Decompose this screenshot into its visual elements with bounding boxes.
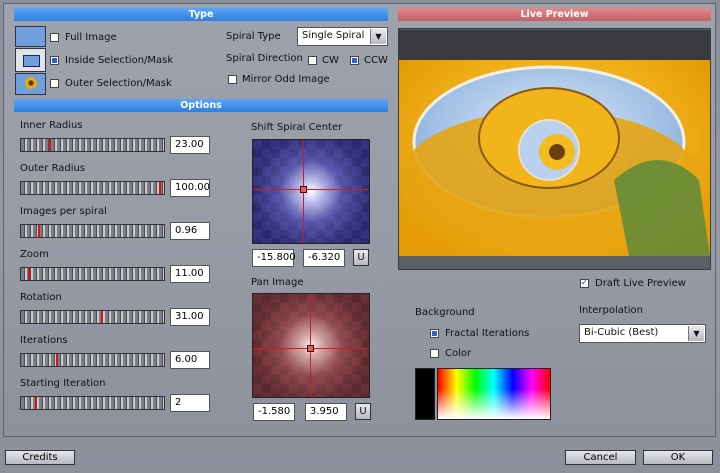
full-image-option[interactable]: Full Image xyxy=(50,32,117,43)
spiral-type-select[interactable]: Single Spiral ▼ xyxy=(297,27,388,46)
shift-center-pad[interactable] xyxy=(252,139,370,244)
background-label: Background xyxy=(415,307,475,318)
type-header: Type xyxy=(14,8,388,21)
outer-selection-thumbnail xyxy=(15,73,46,95)
live-preview-header: Live Preview xyxy=(398,8,711,21)
slider-label: Images per spiral xyxy=(20,206,107,217)
cw-option[interactable]: CW xyxy=(308,55,339,66)
cancel-button[interactable]: Cancel xyxy=(565,450,636,465)
color-spectrum-picker[interactable] xyxy=(437,368,551,420)
slider-value-field[interactable]: 31.00 xyxy=(170,308,210,326)
mirror-odd-option[interactable]: Mirror Odd Image xyxy=(228,74,330,85)
inside-selection-thumbnail xyxy=(15,48,46,72)
full-image-thumbnail xyxy=(15,26,46,47)
slider-value-field[interactable]: 23.00 xyxy=(170,136,210,154)
shift-center-label: Shift Spiral Center xyxy=(251,122,343,133)
interpolation-label: Interpolation xyxy=(579,305,643,316)
slider-label: Zoom xyxy=(20,249,49,260)
slider-label: Outer Radius xyxy=(20,163,86,174)
fractal-iterations-checkbox[interactable] xyxy=(430,329,439,338)
color-swatch[interactable] xyxy=(415,368,435,420)
slider-value-field[interactable]: 11.00 xyxy=(170,265,210,283)
full-image-checkbox[interactable] xyxy=(50,33,59,42)
ccw-checkbox[interactable] xyxy=(350,56,359,65)
slider-track[interactable] xyxy=(20,353,165,367)
inside-selection-checkbox[interactable] xyxy=(50,56,59,65)
slider-thumb[interactable] xyxy=(49,139,51,151)
slider-thumb[interactable] xyxy=(38,225,40,237)
spiral-type-label: Spiral Type xyxy=(226,31,281,42)
shift-center-y-field[interactable]: -6.320 xyxy=(303,249,345,267)
ccw-option[interactable]: CCW xyxy=(350,55,388,66)
shift-center-handle[interactable] xyxy=(300,186,307,193)
slider-label: Rotation xyxy=(20,292,62,303)
slider-track[interactable] xyxy=(20,267,165,281)
slider-track[interactable] xyxy=(20,310,165,324)
pan-image-pad[interactable] xyxy=(252,293,370,398)
slider-thumb[interactable] xyxy=(28,268,30,280)
slider-thumb[interactable] xyxy=(159,182,161,194)
pan-image-x-field[interactable]: -1.580 xyxy=(253,403,295,421)
mirror-odd-checkbox[interactable] xyxy=(228,75,237,84)
color-checkbox[interactable] xyxy=(430,349,439,358)
pan-image-u-button[interactable]: U xyxy=(355,403,371,420)
slider-thumb[interactable] xyxy=(35,397,37,409)
outer-selection-checkbox[interactable] xyxy=(50,79,59,88)
pan-image-y-field[interactable]: 3.950 xyxy=(305,403,347,421)
slider-label: Inner Radius xyxy=(20,120,83,131)
slider-thumb[interactable] xyxy=(101,311,103,323)
slider-track[interactable] xyxy=(20,224,165,238)
shift-center-x-field[interactable]: -15.800 xyxy=(252,249,296,267)
shift-center-u-button[interactable]: U xyxy=(353,249,369,266)
preview-frame xyxy=(398,28,711,270)
slider-label: Starting Iteration xyxy=(20,378,106,389)
slider-value-field[interactable]: 100.00 xyxy=(170,179,210,197)
credits-button[interactable]: Credits xyxy=(5,450,75,465)
preview-image xyxy=(399,30,710,256)
slider-label: Iterations xyxy=(20,335,68,346)
slider-track[interactable] xyxy=(20,181,165,195)
slider-value-field[interactable]: 6.00 xyxy=(170,351,210,369)
slider-value-field[interactable]: 2 xyxy=(170,394,210,412)
pan-image-label: Pan Image xyxy=(251,277,304,288)
spiral-direction-label: Spiral Direction xyxy=(226,53,303,64)
interpolation-select[interactable]: Bi-Cubic (Best) ▼ xyxy=(579,324,706,343)
pan-image-handle[interactable] xyxy=(307,345,314,352)
inside-selection-option[interactable]: Inside Selection/Mask xyxy=(50,55,173,66)
options-header: Options xyxy=(14,99,388,112)
chevron-down-icon[interactable]: ▼ xyxy=(370,29,386,44)
fractal-iterations-option[interactable]: Fractal Iterations xyxy=(430,328,529,339)
cw-checkbox[interactable] xyxy=(308,56,317,65)
slider-track[interactable] xyxy=(20,138,165,152)
slider-thumb[interactable] xyxy=(56,354,58,366)
draft-live-preview-option[interactable]: ✓ Draft Live Preview xyxy=(580,278,686,289)
slider-track[interactable] xyxy=(20,396,165,410)
chevron-down-icon[interactable]: ▼ xyxy=(688,326,704,341)
color-option[interactable]: Color xyxy=(430,348,471,359)
outer-selection-option[interactable]: Outer Selection/Mask xyxy=(50,78,172,89)
draft-live-preview-checkbox[interactable]: ✓ xyxy=(580,279,589,288)
slider-value-field[interactable]: 0.96 xyxy=(170,222,210,240)
ok-button[interactable]: OK xyxy=(643,450,713,465)
